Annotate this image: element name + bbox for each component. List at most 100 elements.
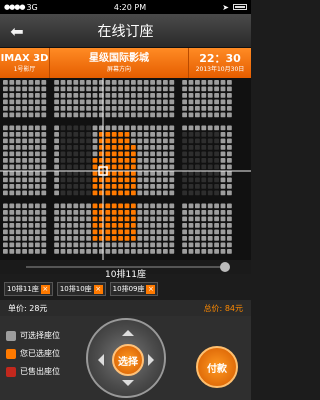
seat[interactable] bbox=[41, 171, 47, 176]
seat[interactable] bbox=[79, 151, 85, 157]
seat[interactable] bbox=[195, 151, 200, 157]
seat[interactable] bbox=[227, 112, 232, 118]
seat[interactable] bbox=[214, 242, 219, 248]
seat[interactable] bbox=[67, 151, 72, 157]
seat[interactable] bbox=[105, 138, 111, 144]
seat[interactable] bbox=[143, 216, 149, 222]
seat[interactable] bbox=[67, 242, 72, 248]
seat[interactable] bbox=[22, 80, 27, 85]
seat[interactable] bbox=[150, 138, 155, 144]
seat[interactable] bbox=[60, 138, 66, 144]
seat[interactable] bbox=[124, 164, 130, 170]
seat[interactable] bbox=[15, 93, 21, 98]
seat[interactable] bbox=[207, 125, 213, 131]
seat[interactable] bbox=[220, 158, 226, 163]
seat[interactable] bbox=[220, 151, 226, 157]
seat[interactable] bbox=[227, 190, 232, 196]
seat[interactable] bbox=[163, 229, 168, 235]
seat[interactable] bbox=[150, 132, 155, 137]
seat[interactable] bbox=[169, 132, 175, 137]
seat[interactable] bbox=[188, 236, 194, 241]
seat[interactable] bbox=[182, 184, 187, 189]
seat[interactable] bbox=[182, 242, 187, 248]
seat[interactable] bbox=[137, 132, 143, 137]
seat[interactable] bbox=[105, 190, 111, 196]
seat[interactable] bbox=[28, 216, 34, 222]
seat[interactable] bbox=[156, 190, 162, 196]
seat[interactable] bbox=[220, 80, 226, 85]
seat[interactable] bbox=[15, 223, 21, 228]
seat[interactable] bbox=[163, 164, 168, 170]
seat[interactable] bbox=[131, 158, 136, 163]
seat[interactable] bbox=[214, 203, 219, 209]
seat[interactable] bbox=[22, 125, 27, 131]
seat[interactable] bbox=[3, 229, 8, 235]
seat[interactable] bbox=[73, 229, 79, 235]
seat[interactable] bbox=[22, 177, 27, 183]
seat[interactable] bbox=[111, 86, 117, 92]
seat[interactable] bbox=[111, 145, 117, 150]
seat[interactable] bbox=[143, 210, 149, 215]
seat[interactable] bbox=[137, 242, 143, 248]
seat[interactable] bbox=[188, 223, 194, 228]
seat[interactable] bbox=[131, 125, 136, 131]
seat[interactable] bbox=[15, 106, 21, 111]
seat[interactable] bbox=[163, 151, 168, 157]
seat[interactable] bbox=[143, 177, 149, 183]
seat[interactable] bbox=[118, 93, 123, 98]
seat[interactable] bbox=[41, 236, 47, 241]
seat[interactable] bbox=[143, 132, 149, 137]
seat[interactable] bbox=[195, 242, 200, 248]
seat[interactable] bbox=[67, 210, 72, 215]
seat[interactable] bbox=[15, 177, 21, 183]
seat[interactable] bbox=[92, 132, 98, 137]
seat[interactable] bbox=[9, 99, 15, 105]
seat[interactable] bbox=[9, 86, 15, 92]
seat[interactable] bbox=[150, 106, 155, 111]
seat[interactable] bbox=[73, 158, 79, 163]
seat[interactable] bbox=[111, 223, 117, 228]
seat[interactable] bbox=[15, 229, 21, 235]
seat[interactable] bbox=[207, 210, 213, 215]
seat[interactable] bbox=[79, 210, 85, 215]
seat[interactable] bbox=[9, 210, 15, 215]
seat[interactable] bbox=[86, 184, 91, 189]
seat[interactable] bbox=[86, 125, 91, 131]
seat[interactable] bbox=[137, 99, 143, 105]
seat[interactable] bbox=[207, 151, 213, 157]
seat[interactable] bbox=[92, 177, 98, 183]
seat[interactable] bbox=[169, 223, 175, 228]
seat[interactable] bbox=[92, 106, 98, 111]
seat[interactable] bbox=[188, 138, 194, 144]
seat[interactable] bbox=[156, 106, 162, 111]
seat[interactable] bbox=[131, 145, 136, 150]
seat[interactable] bbox=[201, 177, 207, 183]
seat[interactable] bbox=[150, 223, 155, 228]
seat[interactable] bbox=[214, 138, 219, 144]
seat[interactable] bbox=[79, 99, 85, 105]
seat[interactable] bbox=[92, 184, 98, 189]
seat[interactable] bbox=[207, 138, 213, 144]
seat[interactable] bbox=[28, 249, 34, 254]
seat[interactable] bbox=[92, 145, 98, 150]
seat[interactable] bbox=[207, 145, 213, 150]
seat[interactable] bbox=[67, 190, 72, 196]
seat[interactable] bbox=[156, 242, 162, 248]
seat[interactable] bbox=[86, 210, 91, 215]
seat[interactable] bbox=[60, 223, 66, 228]
seat[interactable] bbox=[28, 86, 34, 92]
seat[interactable] bbox=[35, 171, 40, 176]
seat[interactable] bbox=[79, 177, 85, 183]
seat[interactable] bbox=[143, 125, 149, 131]
seat[interactable] bbox=[163, 158, 168, 163]
seat[interactable] bbox=[105, 132, 111, 137]
seat[interactable] bbox=[35, 112, 40, 118]
seat[interactable] bbox=[9, 190, 15, 196]
seat[interactable] bbox=[28, 145, 34, 150]
seat[interactable] bbox=[220, 223, 226, 228]
seat[interactable] bbox=[28, 171, 34, 176]
seat[interactable] bbox=[201, 151, 207, 157]
seat[interactable] bbox=[22, 249, 27, 254]
seat[interactable] bbox=[67, 106, 72, 111]
seat[interactable] bbox=[28, 203, 34, 209]
